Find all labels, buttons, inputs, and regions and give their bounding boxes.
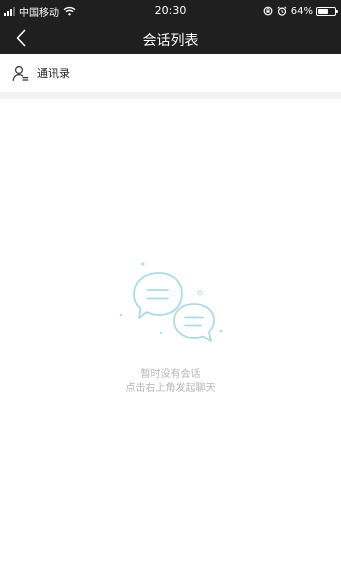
empty-conversation-state: 暂时没有会话 点击右上角发起聊天 <box>0 99 341 567</box>
alarm-icon <box>277 6 287 16</box>
battery-icon <box>316 6 338 16</box>
contacts-entry[interactable]: 通讯录 <box>0 54 341 92</box>
section-divider <box>0 92 341 99</box>
status-bar: 中国移动 20:30 64% <box>0 0 341 22</box>
navigation-bar: 会话列表 <box>0 22 341 54</box>
app-screen: 中国移动 20:30 64% 会话列表 通讯录 暂时没有会话 点击右上角发起聊天 <box>0 0 341 567</box>
rotation-lock-icon <box>263 6 273 16</box>
status-bar-right: 64% <box>259 4 338 18</box>
chat-bubbles-icon <box>119 262 223 342</box>
battery-level <box>318 8 328 14</box>
battery-percent: 64% <box>290 5 313 17</box>
contacts-label: 通讯录 <box>37 67 70 80</box>
contacts-icon <box>12 65 29 81</box>
empty-state-hint: 点击右上角发起聊天 <box>125 383 216 394</box>
empty-state-title: 暂时没有会话 <box>140 369 201 380</box>
page-title: 会话列表 <box>142 33 199 49</box>
